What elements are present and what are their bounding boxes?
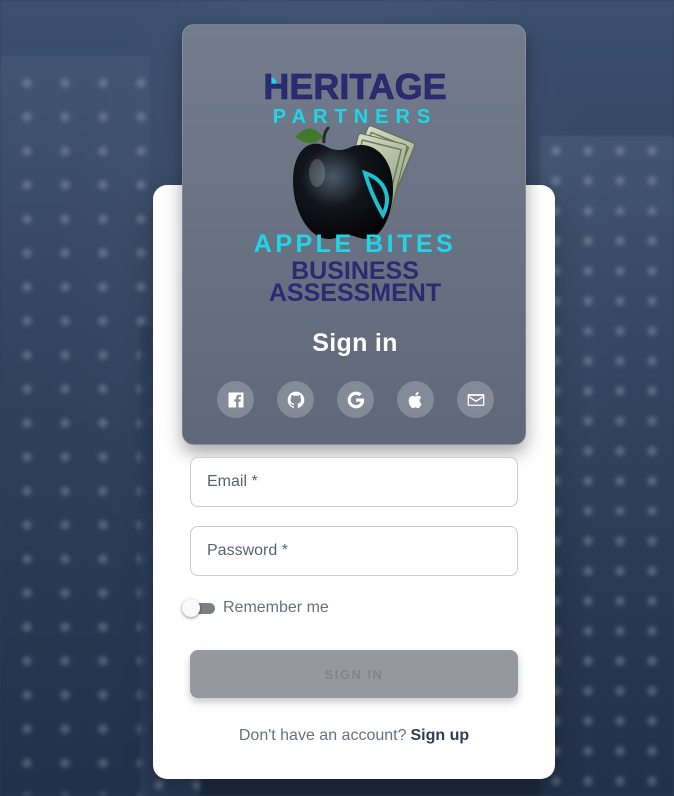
social-login-row (217, 381, 494, 418)
logo-product-text: APPLE BITES (254, 230, 456, 258)
facebook-icon (228, 392, 243, 407)
apple-icon (408, 391, 422, 408)
logo-subtitle-assessment: ASSESSMENT (269, 279, 441, 307)
google-icon (347, 391, 364, 408)
signup-prompt-text: Don't have an account? (238, 727, 407, 744)
remember-me-toggle[interactable] (182, 596, 216, 620)
signup-prompt: Don't have an account? Sign up (153, 727, 555, 745)
google-login-button[interactable] (337, 381, 374, 418)
apple-login-button[interactable] (397, 381, 434, 418)
sign-in-title: Sign in (312, 329, 398, 357)
email-field-wrapper (190, 457, 518, 507)
background-building (0, 56, 150, 796)
email-input[interactable] (191, 458, 517, 506)
heritage-apple-bites-logo: HERITAGE PARTNERS 100 APPLE BITES BUSINE… (254, 66, 456, 307)
card-header: HERITAGE PARTNERS 100 APPLE BITES BUSINE… (182, 24, 526, 445)
password-field-wrapper (190, 526, 518, 576)
remember-me-label: Remember me (223, 599, 329, 616)
github-icon (287, 391, 304, 408)
sign-in-button[interactable]: SIGN IN (190, 650, 518, 698)
background-building (540, 136, 674, 796)
email-login-button[interactable] (457, 381, 494, 418)
github-login-button[interactable] (277, 381, 314, 418)
facebook-login-button[interactable] (217, 381, 254, 418)
email-icon (467, 393, 484, 406)
logo-partners-text: PARTNERS (273, 106, 438, 128)
sign-up-link[interactable]: Sign up (410, 727, 469, 744)
remember-me-row: Remember me (182, 596, 329, 620)
logo-heritage-text: HERITAGE (263, 66, 446, 107)
password-input[interactable] (191, 527, 517, 575)
toggle-thumb (182, 599, 200, 617)
